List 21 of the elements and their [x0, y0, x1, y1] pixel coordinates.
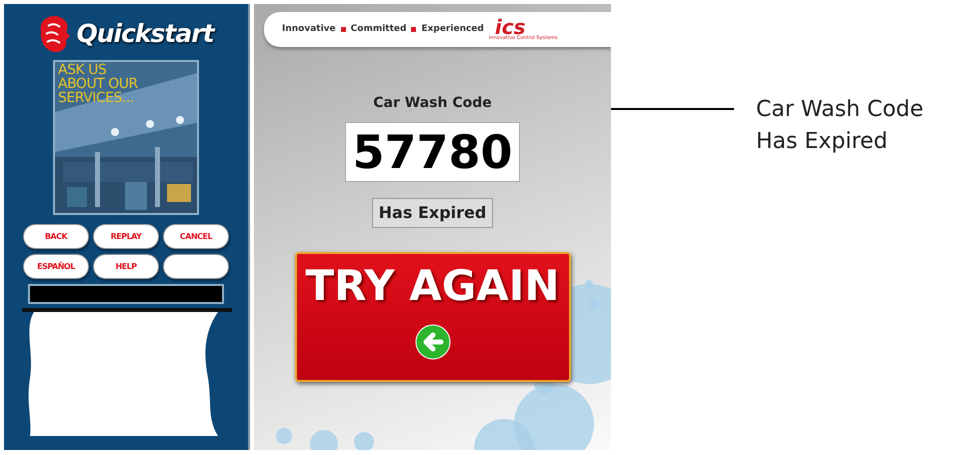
blank-button[interactable]: [163, 254, 229, 279]
tagline-text: Innovative: [282, 22, 336, 36]
square-bullet-icon: [340, 27, 346, 32]
code-label: Car Wash Code: [373, 94, 492, 113]
status-label: Has Expired: [372, 198, 494, 228]
kiosk-button[interactable]: CANCEL: [163, 224, 229, 249]
tagline-text: Experienced: [421, 22, 484, 36]
callout-text: Car Wash Code Has Expired: [756, 96, 924, 156]
kiosk-button[interactable]: BACK: [23, 224, 89, 249]
arrow-left-icon: [414, 324, 450, 360]
logo-icon: [38, 14, 72, 54]
brand-logo: ics: [494, 18, 526, 34]
promo-text: ASK US ABOUT OUR SERVICES...: [58, 63, 138, 105]
kiosk-button[interactable]: REPLAY: [93, 224, 159, 249]
try-again-button[interactable]: TRY AGAIN: [294, 252, 570, 382]
kiosk-button[interactable]: ESPAÑOL: [23, 254, 89, 279]
code-display: 57780: [345, 122, 520, 182]
kiosk-button[interactable]: HELP: [93, 254, 159, 279]
square-bullet-icon: [411, 27, 416, 32]
tagline-text: Committed: [350, 22, 406, 36]
logo-text: Quickstart: [76, 18, 214, 50]
